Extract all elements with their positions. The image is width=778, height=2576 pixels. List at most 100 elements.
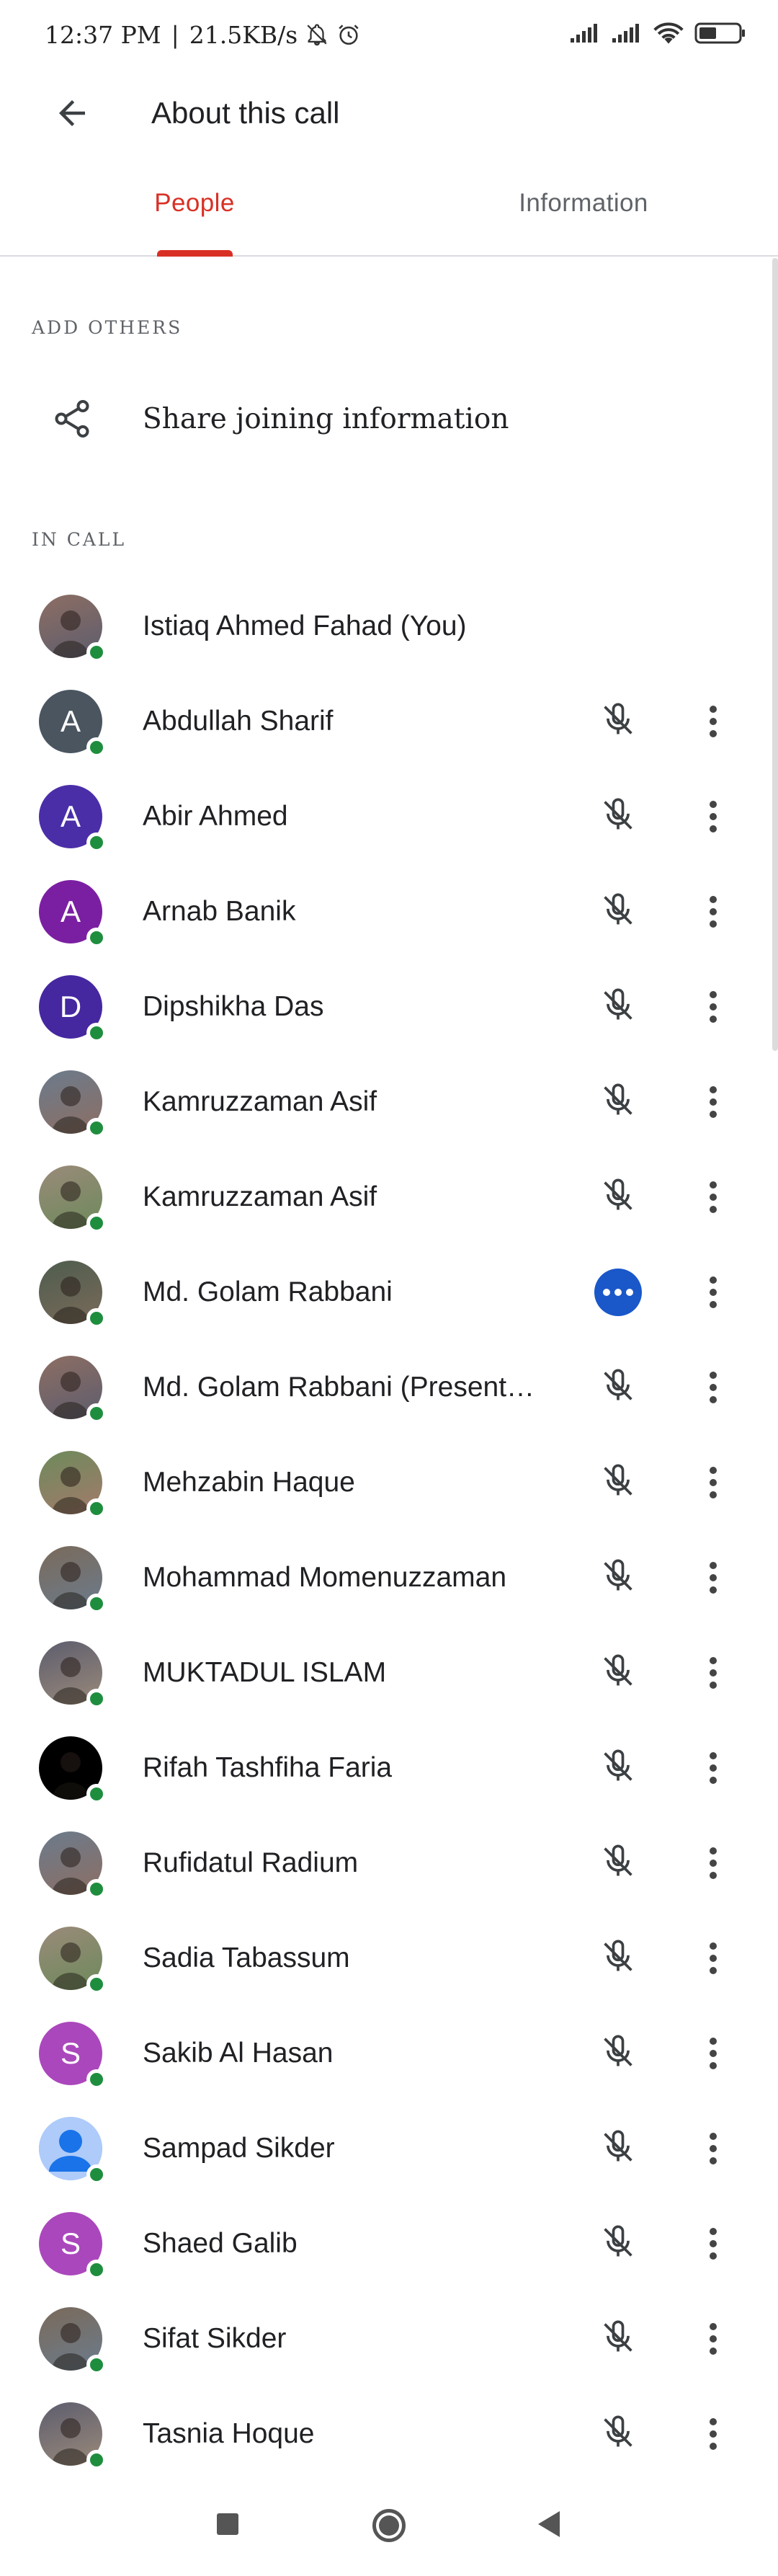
more-options-button[interactable] <box>684 1073 742 1131</box>
participant-row[interactable]: Md. Golam Rabbani <box>0 1245 772 1340</box>
avatar <box>39 1831 107 1899</box>
status-time: 12:37 PM <box>45 20 161 49</box>
mute-status-button[interactable] <box>589 1644 647 1702</box>
avatar <box>39 1165 107 1233</box>
mute-status-button[interactable] <box>589 1834 647 1892</box>
mic-off-icon <box>599 1082 637 1123</box>
avatar-initial: S <box>60 2226 81 2260</box>
participant-row[interactable]: MUKTADUL ISLAM <box>0 1625 772 1720</box>
mic-off-icon <box>599 1938 637 1979</box>
participant-row[interactable]: S Shaed Galib <box>0 2196 772 2291</box>
more-vert-icon <box>710 2038 717 2069</box>
mute-status-button[interactable] <box>589 2310 647 2368</box>
participant-row[interactable]: Sampad Sikder <box>0 2101 772 2196</box>
mute-status-button[interactable] <box>589 1454 647 1511</box>
more-options-button[interactable] <box>684 2120 742 2177</box>
more-options-button[interactable] <box>684 978 742 1036</box>
avatar <box>39 1641 107 1709</box>
more-vert-icon <box>710 2228 717 2260</box>
more-options-button[interactable] <box>684 788 742 845</box>
tab-bar: People Information <box>0 157 778 257</box>
more-options-button[interactable] <box>684 1549 742 1607</box>
home-button[interactable] <box>370 2507 408 2544</box>
recents-button[interactable] <box>213 2510 242 2539</box>
more-options-button[interactable] <box>684 1644 742 1702</box>
more-options-button[interactable] <box>684 1834 742 1892</box>
participant-row[interactable]: Sifat Sikder <box>0 2291 772 2386</box>
participant-row[interactable]: Mehzabin Haque <box>0 1435 772 1530</box>
more-options-button[interactable] <box>684 2215 742 2273</box>
back-button[interactable] <box>29 70 115 156</box>
more-vert-icon <box>710 801 717 832</box>
presence-indicator <box>86 1308 107 1328</box>
more-options-button[interactable] <box>684 2405 742 2463</box>
tab-information[interactable]: Information <box>389 157 778 255</box>
participant-row[interactable]: Sadia Tabassum <box>0 1911 772 2006</box>
more-options-button[interactable] <box>684 693 742 750</box>
participant-row[interactable]: A Arnab Banik <box>0 864 772 959</box>
more-options-button[interactable] <box>684 1454 742 1511</box>
share-joining-info-button[interactable]: Share joining information <box>0 372 772 466</box>
more-options-button[interactable] <box>684 2310 742 2368</box>
more-options-button[interactable] <box>684 1359 742 1416</box>
participant-row[interactable]: A Abdullah Sharif <box>0 674 772 769</box>
more-options-button[interactable] <box>684 1929 742 1987</box>
more-options-button[interactable] <box>684 1739 742 1797</box>
more-options-button[interactable] <box>684 1263 742 1321</box>
more-options-button[interactable] <box>684 883 742 941</box>
participant-row[interactable]: D Dipshikha Das <box>0 959 772 1054</box>
mic-off-icon <box>599 1748 637 1789</box>
mute-status-button[interactable] <box>589 1168 647 1226</box>
mute-status-button[interactable] <box>589 788 647 845</box>
participant-row[interactable]: Rufidatul Radium <box>0 1816 772 1911</box>
mute-status-button[interactable] <box>589 1929 647 1987</box>
presence-indicator <box>86 1213 107 1233</box>
participant-row[interactable]: Tasnia Hoque <box>0 2386 772 2482</box>
mute-status-button[interactable] <box>589 1359 647 1416</box>
participant-row[interactable]: Kamruzzaman Asif <box>0 1150 772 1245</box>
avatar <box>39 1736 107 1804</box>
share-icon <box>29 397 115 440</box>
mute-status-button[interactable] <box>589 693 647 750</box>
mute-status-button[interactable] <box>589 2405 647 2463</box>
tab-people[interactable]: People <box>0 157 389 257</box>
mute-status-button[interactable] <box>589 1073 647 1131</box>
avatar <box>39 1070 107 1138</box>
scrollbar[interactable] <box>772 258 778 1051</box>
mute-status-button[interactable] <box>589 883 647 941</box>
participant-name: Mohammad Momenuzzaman <box>143 1562 507 1593</box>
more-options-button[interactable] <box>684 2025 742 2082</box>
mute-status-button[interactable] <box>589 2025 647 2082</box>
mic-off-icon <box>599 1653 637 1694</box>
system-nav-bar <box>0 2479 778 2576</box>
presence-indicator <box>86 1784 107 1804</box>
mute-status-button[interactable] <box>589 1739 647 1797</box>
system-back-button[interactable] <box>535 2508 563 2540</box>
speaking-indicator[interactable] <box>589 1263 647 1321</box>
mute-status-button[interactable] <box>589 2215 647 2273</box>
mute-status-button[interactable] <box>589 1549 647 1607</box>
avatar-initial: D <box>59 990 82 1023</box>
avatar <box>39 1546 107 1614</box>
participant-name: Abdullah Sharif <box>143 706 334 737</box>
participant-row[interactable]: Kamruzzaman Asif <box>0 1054 772 1150</box>
presence-indicator <box>86 1594 107 1614</box>
mic-off-icon <box>599 2033 637 2074</box>
participant-row[interactable]: A Abir Ahmed <box>0 769 772 864</box>
mute-status-button[interactable] <box>589 2120 647 2177</box>
more-vert-icon <box>710 1086 717 1118</box>
mute-status-button[interactable] <box>589 978 647 1036</box>
presence-indicator <box>86 1498 107 1519</box>
participant-name: Sampad Sikder <box>143 2133 335 2164</box>
participant-row[interactable]: Istiaq Ahmed Fahad (You) <box>0 579 772 674</box>
participant-row[interactable]: Rifah Tashfiha Faria <box>0 1720 772 1816</box>
participant-row[interactable]: Mohammad Momenuzzaman <box>0 1530 772 1625</box>
tab-information-label: Information <box>519 189 648 217</box>
participant-row[interactable]: S Sakib Al Hasan <box>0 2006 772 2101</box>
avatar: A <box>39 880 107 948</box>
more-vert-icon <box>710 706 717 737</box>
participant-row[interactable]: Md. Golam Rabbani (Present… <box>0 1340 772 1435</box>
more-options-button[interactable] <box>684 1168 742 1226</box>
avatar-initial: S <box>60 2036 81 2070</box>
participant-name: Tasnia Hoque <box>143 2418 315 2449</box>
